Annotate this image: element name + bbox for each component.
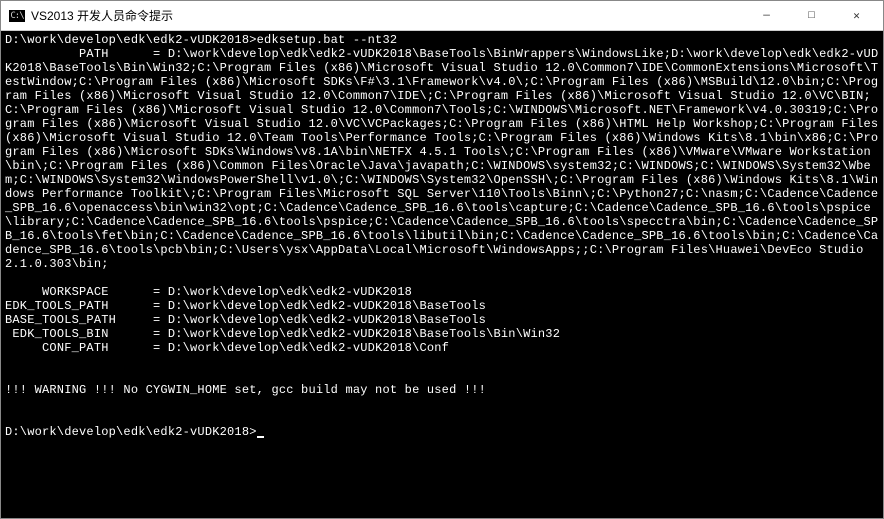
command-line: D:\work\develop\edk\edk2-vUDK2018>edkset… bbox=[5, 33, 397, 47]
window-title: VS2013 开发人员命令提示 bbox=[31, 7, 744, 24]
prompt-line: D:\work\develop\edk\edk2-vUDK2018> bbox=[5, 425, 264, 439]
env-value: D:\work\develop\edk\edk2-vUDK2018\BaseTo… bbox=[168, 327, 560, 341]
env-label: WORKSPACE = bbox=[5, 285, 168, 299]
path-value: D:\work\develop\edk\edk2-vUDK2018\BaseTo… bbox=[5, 47, 883, 271]
env-label: EDK_TOOLS_BIN = bbox=[5, 327, 168, 341]
env-label: EDK_TOOLS_PATH = bbox=[5, 299, 168, 313]
env-row: EDK_TOOLS_PATH = D:\work\develop\edk\edk… bbox=[5, 299, 486, 313]
env-row: EDK_TOOLS_BIN = D:\work\develop\edk\edk2… bbox=[5, 327, 560, 341]
env-value: D:\work\develop\edk\edk2-vUDK2018\BaseTo… bbox=[168, 299, 486, 313]
close-button[interactable]: ✕ bbox=[834, 2, 879, 30]
env-label: BASE_TOOLS_PATH = bbox=[5, 313, 168, 327]
path-label: PATH = bbox=[5, 47, 168, 61]
warning-line: !!! WARNING !!! No CYGWIN_HOME set, gcc … bbox=[5, 383, 486, 397]
terminal-icon: C:\ bbox=[9, 10, 25, 22]
env-label: CONF_PATH = bbox=[5, 341, 168, 355]
minimize-button[interactable]: — bbox=[744, 2, 789, 30]
maximize-button[interactable]: □ bbox=[789, 2, 834, 30]
env-value: D:\work\develop\edk\edk2-vUDK2018 bbox=[168, 285, 412, 299]
terminal-area[interactable]: D:\work\develop\edk\edk2-vUDK2018>edkset… bbox=[1, 31, 883, 518]
command-prompt-window: C:\ VS2013 开发人员命令提示 — □ ✕ D:\work\develo… bbox=[0, 0, 884, 519]
window-controls: — □ ✕ bbox=[744, 2, 879, 30]
cursor bbox=[257, 436, 264, 438]
env-value: D:\work\develop\edk\edk2-vUDK2018\BaseTo… bbox=[168, 313, 486, 327]
title-bar[interactable]: C:\ VS2013 开发人员命令提示 — □ ✕ bbox=[1, 1, 883, 31]
env-row: BASE_TOOLS_PATH = D:\work\develop\edk\ed… bbox=[5, 313, 486, 327]
env-value: D:\work\develop\edk\edk2-vUDK2018\Conf bbox=[168, 341, 449, 355]
prompt-text: D:\work\develop\edk\edk2-vUDK2018> bbox=[5, 425, 257, 439]
env-row: WORKSPACE = D:\work\develop\edk\edk2-vUD… bbox=[5, 285, 412, 299]
env-row: CONF_PATH = D:\work\develop\edk\edk2-vUD… bbox=[5, 341, 449, 355]
